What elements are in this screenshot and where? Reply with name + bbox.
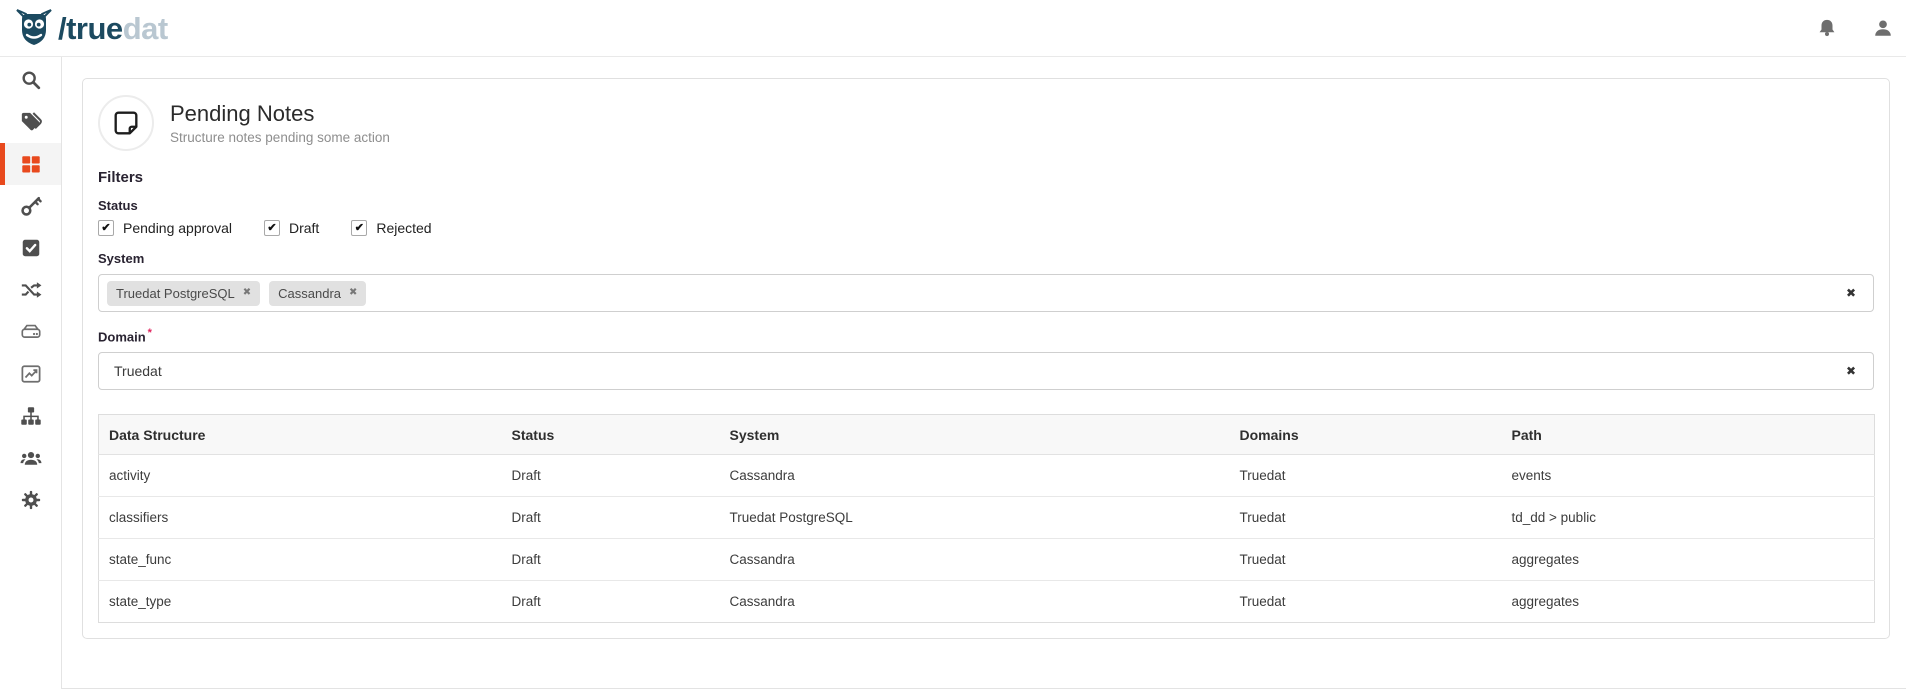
- cell-data-structure[interactable]: state_type: [98, 580, 502, 623]
- table-header-row: Data Structure Status System Domains Pat…: [98, 414, 1875, 456]
- system-multiselect[interactable]: Truedat PostgreSQL ✖ Cassandra ✖ ✖: [98, 274, 1874, 312]
- checkbox-checked-icon[interactable]: ✔: [98, 220, 114, 236]
- checkbox-label: Draft: [288, 220, 320, 236]
- table-row[interactable]: classifiers Draft Truedat PostgreSQL Tru…: [98, 496, 1875, 539]
- cell-status: Draft: [501, 496, 720, 539]
- pending-notes-card: Pending Notes Structure notes pending so…: [82, 78, 1890, 639]
- chip-label: Truedat PostgreSQL: [116, 285, 235, 301]
- status-checkbox-row: ✔ Pending approval ✔ Draft ✔ Rejected: [98, 220, 1874, 236]
- sidebar-item-settings[interactable]: [0, 479, 61, 521]
- chip-label: Cassandra: [278, 285, 342, 301]
- checkbox-checked-icon[interactable]: ✔: [351, 220, 368, 236]
- chip-remove-icon[interactable]: ✖: [349, 288, 357, 298]
- cell-data-structure[interactable]: classifiers: [98, 496, 502, 539]
- page-subtitle: Structure notes pending some action: [170, 130, 390, 145]
- grid-icon: [20, 153, 42, 175]
- cell-system: Cassandra: [719, 580, 1230, 623]
- sidebar-item-users[interactable]: [0, 437, 61, 479]
- page-title-block: Pending Notes Structure notes pending so…: [170, 101, 390, 145]
- brand-wordmark: /truedat: [58, 13, 168, 44]
- pending-notes-table: Data Structure Status System Domains Pat…: [98, 414, 1875, 624]
- cell-data-structure[interactable]: activity: [98, 454, 502, 497]
- domain-clear-icon[interactable]: ✖: [1846, 365, 1856, 377]
- checkbox-rejected[interactable]: ✔ Rejected: [351, 220, 432, 236]
- system-clear-icon[interactable]: ✖: [1846, 287, 1856, 299]
- cell-system: Cassandra: [719, 538, 1230, 581]
- cell-path: aggregates: [1501, 580, 1875, 623]
- cell-domains: Truedat: [1229, 538, 1502, 581]
- user-avatar-icon[interactable]: [1872, 17, 1894, 39]
- system-filter-label: System: [98, 251, 145, 266]
- sidebar-item-check-square[interactable]: [0, 227, 61, 269]
- cell-system: Truedat PostgreSQL: [719, 496, 1230, 539]
- top-header-bar: /truedat: [0, 0, 1906, 57]
- checkbox-draft[interactable]: ✔ Draft: [263, 220, 320, 236]
- check-square-icon: [20, 237, 42, 259]
- domain-label-text: Domain: [98, 329, 146, 345]
- hard-drive-icon: [20, 321, 42, 343]
- system-chip-truedat-postgresql: Truedat PostgreSQL ✖: [107, 280, 261, 306]
- cell-path: aggregates: [1501, 538, 1875, 581]
- page-header: Pending Notes Structure notes pending so…: [98, 95, 1874, 151]
- search-icon: [20, 69, 42, 91]
- brand-light-part: dat: [122, 10, 169, 46]
- sidebar-nav: [0, 57, 62, 689]
- status-filter-label: Status: [98, 198, 138, 213]
- sidebar-item-sitemap[interactable]: [0, 395, 61, 437]
- table-row[interactable]: state_type Draft Cassandra Truedat aggre…: [98, 580, 1875, 623]
- table-row[interactable]: state_func Draft Cassandra Truedat aggre…: [98, 538, 1875, 581]
- header-actions: [1816, 17, 1894, 39]
- filters-heading: Filters: [98, 169, 144, 186]
- column-header-domains[interactable]: Domains: [1229, 414, 1502, 456]
- page-icon-circle: [98, 95, 154, 151]
- domain-selected-value: Truedat: [114, 363, 162, 380]
- line-chart-icon: [20, 363, 42, 385]
- gear-icon: [20, 489, 42, 511]
- cell-data-structure[interactable]: state_func: [98, 538, 502, 581]
- cell-path: events: [1501, 454, 1875, 497]
- sidebar-item-shuffle[interactable]: [0, 269, 61, 311]
- sidebar-item-grid-active[interactable]: [0, 143, 61, 185]
- tags-icon: [20, 111, 42, 133]
- cell-status: Draft: [501, 538, 720, 581]
- column-header-data-structure[interactable]: Data Structure: [98, 414, 502, 456]
- chip-remove-icon[interactable]: ✖: [243, 288, 251, 298]
- cell-status: Draft: [501, 454, 720, 497]
- domain-filter-label: Domain *: [98, 327, 1874, 344]
- notifications-bell-icon[interactable]: [1816, 17, 1838, 39]
- shuffle-icon: [20, 279, 42, 301]
- sidebar-item-key[interactable]: [0, 185, 61, 227]
- column-header-system[interactable]: System: [719, 414, 1230, 456]
- checkbox-label: Pending approval: [123, 220, 232, 236]
- table-row[interactable]: activity Draft Cassandra Truedat events: [98, 454, 1875, 497]
- owl-logo-icon: [14, 8, 54, 48]
- sidebar-item-tags[interactable]: [0, 101, 61, 143]
- sidebar-item-search[interactable]: [0, 59, 61, 101]
- sidebar-item-line-chart[interactable]: [0, 353, 61, 395]
- cell-path: td_dd > public: [1501, 496, 1875, 539]
- column-header-path[interactable]: Path: [1501, 414, 1875, 456]
- page-title: Pending Notes: [170, 101, 315, 126]
- sidebar-item-hard-drive[interactable]: [0, 311, 61, 353]
- key-icon: [20, 195, 42, 217]
- cell-domains: Truedat: [1229, 496, 1502, 539]
- column-header-status[interactable]: Status: [501, 414, 720, 456]
- brand-dark-part: /true: [58, 10, 123, 46]
- cell-system: Cassandra: [719, 454, 1230, 497]
- domain-select[interactable]: Truedat ✖: [98, 352, 1874, 391]
- cell-status: Draft: [501, 580, 720, 623]
- sitemap-icon: [20, 405, 42, 427]
- system-chip-cassandra: Cassandra ✖: [269, 280, 367, 306]
- cell-domains: Truedat: [1229, 580, 1502, 623]
- checkbox-checked-icon[interactable]: ✔: [263, 220, 280, 236]
- cell-domains: Truedat: [1229, 454, 1502, 497]
- users-icon: [20, 447, 42, 469]
- note-icon: [111, 108, 141, 138]
- required-asterisk: *: [147, 327, 152, 339]
- truedat-logo[interactable]: /truedat: [14, 8, 168, 48]
- checkbox-pending-approval[interactable]: ✔ Pending approval: [98, 220, 232, 236]
- checkbox-label: Rejected: [376, 220, 432, 236]
